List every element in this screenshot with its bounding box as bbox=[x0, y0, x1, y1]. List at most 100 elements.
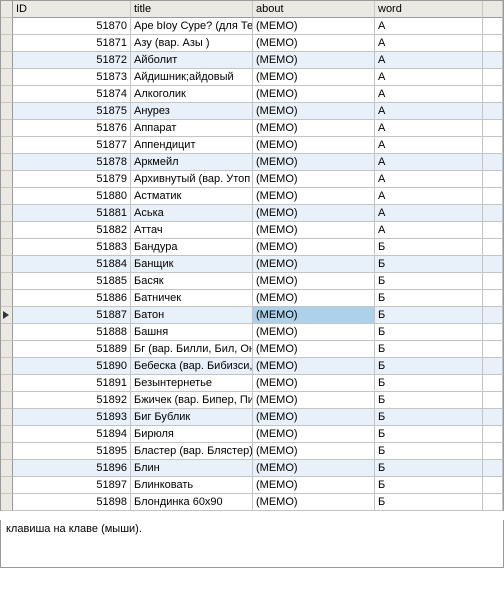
cell-id[interactable]: 51874 bbox=[13, 86, 131, 103]
table-row[interactable]: 51881Аська(MEMO)А bbox=[1, 205, 503, 222]
col-header-word[interactable]: word bbox=[375, 1, 483, 18]
cell-title[interactable]: Батничек bbox=[131, 290, 253, 307]
cell-id[interactable]: 51873 bbox=[13, 69, 131, 86]
table-row[interactable]: 51897Блинковать(MEMO)Б bbox=[1, 477, 503, 494]
cell-word[interactable]: А bbox=[375, 86, 483, 103]
table-row[interactable]: 51891Безынтернетье(MEMO)Б bbox=[1, 375, 503, 392]
cell-id[interactable]: 51877 bbox=[13, 137, 131, 154]
cell-about[interactable]: (MEMO) bbox=[253, 35, 375, 52]
cell-word[interactable]: Б bbox=[375, 239, 483, 256]
cell-id[interactable]: 51870 bbox=[13, 18, 131, 35]
cell-title[interactable]: Бжичек (вар. Бипер, Пи bbox=[131, 392, 253, 409]
row-handle[interactable] bbox=[1, 86, 13, 103]
table-row[interactable]: 51874Алкоголик(MEMO)А bbox=[1, 86, 503, 103]
cell-about[interactable]: (MEMO) bbox=[253, 103, 375, 120]
cell-word[interactable]: Б bbox=[375, 307, 483, 324]
table-row[interactable]: 51893Биг Бублик(MEMO)Б bbox=[1, 409, 503, 426]
cell-about[interactable]: (MEMO) bbox=[253, 120, 375, 137]
cell-about[interactable]: (MEMO) bbox=[253, 256, 375, 273]
cell-title[interactable]: Блин bbox=[131, 460, 253, 477]
row-handle[interactable] bbox=[1, 120, 13, 137]
table-row[interactable]: 51885Басяк(MEMO)Б bbox=[1, 273, 503, 290]
table-row[interactable]: 51879Архивнутый (вар. Утоп(MEMO)А bbox=[1, 171, 503, 188]
row-handle[interactable] bbox=[1, 358, 13, 375]
table-row[interactable]: 51872Айболит(MEMO)А bbox=[1, 52, 503, 69]
cell-title[interactable]: Аппендицит bbox=[131, 137, 253, 154]
cell-word[interactable]: Б bbox=[375, 477, 483, 494]
table-row[interactable]: 51895Бластер (вар. Блястер)(MEMO)Б bbox=[1, 443, 503, 460]
cell-id[interactable]: 51882 bbox=[13, 222, 131, 239]
table-row[interactable]: 51878Аркмейл(MEMO)А bbox=[1, 154, 503, 171]
row-handle[interactable] bbox=[1, 256, 13, 273]
cell-word[interactable]: Б bbox=[375, 392, 483, 409]
cell-title[interactable]: Башня bbox=[131, 324, 253, 341]
cell-word[interactable]: А bbox=[375, 154, 483, 171]
cell-word[interactable]: Б bbox=[375, 358, 483, 375]
cell-id[interactable]: 51890 bbox=[13, 358, 131, 375]
cell-id[interactable]: 51879 bbox=[13, 171, 131, 188]
cell-about[interactable]: (MEMO) bbox=[253, 460, 375, 477]
cell-word[interactable]: А bbox=[375, 120, 483, 137]
cell-id[interactable]: 51891 bbox=[13, 375, 131, 392]
row-handle[interactable] bbox=[1, 341, 13, 358]
cell-title[interactable]: Бирюля bbox=[131, 426, 253, 443]
cell-id[interactable]: 51894 bbox=[13, 426, 131, 443]
cell-word[interactable]: Б bbox=[375, 290, 483, 307]
row-handle[interactable] bbox=[1, 375, 13, 392]
cell-title[interactable]: Блондинка 60х90 bbox=[131, 494, 253, 511]
cell-id[interactable]: 51896 bbox=[13, 460, 131, 477]
table-row[interactable]: 51876Аппарат(MEMO)А bbox=[1, 120, 503, 137]
row-handle[interactable] bbox=[1, 290, 13, 307]
cell-id[interactable]: 51893 bbox=[13, 409, 131, 426]
cell-word[interactable]: Б bbox=[375, 494, 483, 511]
cell-id[interactable]: 51871 bbox=[13, 35, 131, 52]
data-grid[interactable]: ID title about word 51870Ape bIoy Cype? … bbox=[0, 0, 504, 511]
cell-about[interactable]: (MEMO) bbox=[253, 18, 375, 35]
cell-word[interactable]: Б bbox=[375, 426, 483, 443]
col-header-about[interactable]: about bbox=[253, 1, 375, 18]
table-row[interactable]: 51896Блин(MEMO)Б bbox=[1, 460, 503, 477]
cell-about[interactable]: (MEMO) bbox=[253, 188, 375, 205]
row-handle[interactable] bbox=[1, 426, 13, 443]
cell-word[interactable]: Б bbox=[375, 341, 483, 358]
row-handle[interactable] bbox=[1, 222, 13, 239]
row-handle[interactable] bbox=[1, 392, 13, 409]
cell-about[interactable]: (MEMO) bbox=[253, 137, 375, 154]
table-row[interactable]: 51880Астматик(MEMO)А bbox=[1, 188, 503, 205]
table-row[interactable]: 51870Ape bIoy Cype? (для Те(MEMO)А bbox=[1, 18, 503, 35]
cell-id[interactable]: 51886 bbox=[13, 290, 131, 307]
memo-viewer[interactable]: клавиша на клаве (мыши). bbox=[0, 520, 504, 568]
cell-word[interactable]: А bbox=[375, 69, 483, 86]
cell-about[interactable]: (MEMO) bbox=[253, 222, 375, 239]
table-row[interactable]: 51886Батничек(MEMO)Б bbox=[1, 290, 503, 307]
cell-about[interactable]: (MEMO) bbox=[253, 69, 375, 86]
cell-about[interactable]: (MEMO) bbox=[253, 443, 375, 460]
cell-title[interactable]: Архивнутый (вар. Утоп bbox=[131, 171, 253, 188]
row-handle[interactable] bbox=[1, 273, 13, 290]
cell-word[interactable]: А bbox=[375, 222, 483, 239]
table-row[interactable]: 51888Башня(MEMO)Б bbox=[1, 324, 503, 341]
cell-id[interactable]: 51883 bbox=[13, 239, 131, 256]
row-handle[interactable] bbox=[1, 188, 13, 205]
cell-id[interactable]: 51880 bbox=[13, 188, 131, 205]
table-row[interactable]: 51889Бг (вар. Билли, Бил, Он(MEMO)Б bbox=[1, 341, 503, 358]
cell-about[interactable]: (MEMO) bbox=[253, 52, 375, 69]
table-row[interactable]: 51883Бандура(MEMO)Б bbox=[1, 239, 503, 256]
cell-word[interactable]: Б bbox=[375, 409, 483, 426]
cell-title[interactable]: Аркмейл bbox=[131, 154, 253, 171]
cell-about[interactable]: (MEMO) bbox=[253, 290, 375, 307]
cell-title[interactable]: Биг Бублик bbox=[131, 409, 253, 426]
cell-word[interactable]: А bbox=[375, 52, 483, 69]
row-handle[interactable] bbox=[1, 154, 13, 171]
row-handle[interactable] bbox=[1, 477, 13, 494]
cell-title[interactable]: Анурез bbox=[131, 103, 253, 120]
cell-id[interactable]: 51878 bbox=[13, 154, 131, 171]
cell-word[interactable]: А bbox=[375, 188, 483, 205]
table-row[interactable]: 51882Аттач(MEMO)А bbox=[1, 222, 503, 239]
cell-word[interactable]: Б bbox=[375, 273, 483, 290]
cell-id[interactable]: 51897 bbox=[13, 477, 131, 494]
col-header-id[interactable]: ID bbox=[13, 1, 131, 18]
cell-title[interactable]: Ape bIoy Cype? (для Те bbox=[131, 18, 253, 35]
cell-word[interactable]: А bbox=[375, 137, 483, 154]
cell-id[interactable]: 51875 bbox=[13, 103, 131, 120]
